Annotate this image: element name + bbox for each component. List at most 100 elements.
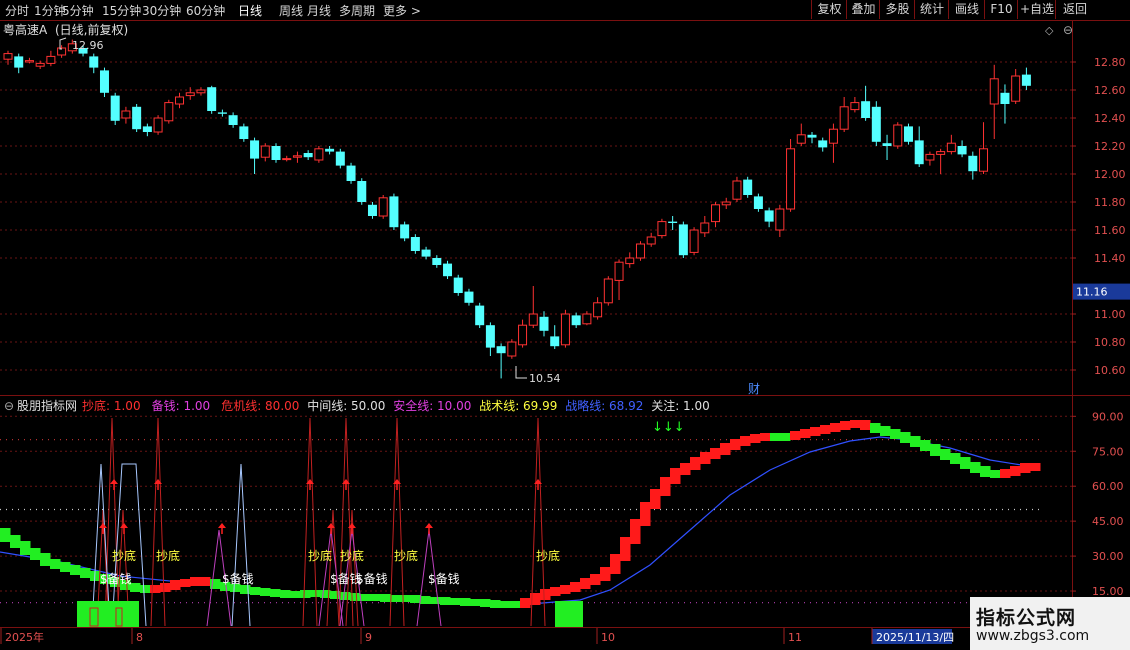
candle <box>153 115 163 135</box>
beiqian-label: $备钱 <box>222 571 254 586</box>
tactical-line-block <box>280 590 291 598</box>
candle <box>250 137 260 174</box>
price-tick-label: 11.40 <box>1094 252 1126 265</box>
tactical-line-block <box>590 574 601 585</box>
price-tick-label: 10.80 <box>1094 336 1126 349</box>
price-tick-label: 12.00 <box>1094 168 1126 181</box>
tactical-line-block <box>10 535 21 548</box>
tactical-line-block <box>900 432 911 443</box>
candle <box>646 232 656 247</box>
tactical-line-block <box>940 449 951 460</box>
tactical-line-block <box>650 489 661 509</box>
tactical-line-block <box>670 468 681 484</box>
finance-marker-icon[interactable]: 财 <box>748 382 760 396</box>
candle <box>239 123 249 142</box>
tab-period-1[interactable]: 1分钟 <box>34 2 66 19</box>
indicator-param: 安全线: 10.00 <box>393 398 471 413</box>
candle <box>367 202 377 219</box>
candlestick-series <box>3 37 1031 379</box>
tactical-line-block <box>440 597 451 605</box>
tab-period-2[interactable]: 5分钟 <box>62 2 94 19</box>
max-price-label: 12.96 <box>72 39 104 52</box>
toolbar-button-6[interactable]: +自选 <box>1017 0 1056 19</box>
candle <box>57 45 67 58</box>
attention-arrows-icon: ↓↓↓ <box>652 420 685 435</box>
tactical-line-block <box>240 585 251 594</box>
toolbar-button-7[interactable]: 返回 <box>1055 0 1094 19</box>
candle <box>775 204 785 237</box>
toolbar-button-0[interactable]: 复权 <box>811 0 847 19</box>
candle <box>764 207 774 228</box>
tab-period-7[interactable]: 周线 <box>279 2 303 19</box>
tab-period-9[interactable]: 多周期 <box>339 2 375 19</box>
candle <box>46 50 56 67</box>
tactical-line-block <box>470 599 481 606</box>
right-price-axis: 12.80 12.60 12.40 12.20 12.00 11.80 11.60 11.40… <box>1072 56 1130 598</box>
tactical-line-block <box>550 587 561 596</box>
tactical-line-block <box>700 452 711 464</box>
max-pointer <box>59 37 67 50</box>
candle <box>207 85 217 114</box>
current-price-label: 11.16 <box>1076 286 1108 299</box>
tactical-line-block <box>150 585 161 593</box>
tactical-line-block <box>870 423 881 433</box>
tactical-line-block <box>640 502 651 526</box>
tactical-line-block <box>360 594 371 601</box>
tactical-line-block <box>160 583 171 592</box>
candle <box>871 101 881 146</box>
watermark: 指标公式网 www.zbgs3.com <box>970 597 1130 650</box>
chaodi-label: 抄底 <box>394 548 418 563</box>
tactical-line-block <box>710 448 721 459</box>
up-arrow-icon <box>110 479 118 484</box>
tactical-line-block <box>400 595 411 602</box>
watermark-title: 指标公式网 <box>976 607 1077 629</box>
candle <box>539 311 549 337</box>
toolbar-button-1[interactable]: 叠加 <box>846 0 880 19</box>
tactical-line-block <box>260 588 271 596</box>
indicator-settings-icon[interactable]: ⊖ <box>4 399 14 413</box>
tab-period-10[interactable]: 更多 > <box>383 2 421 19</box>
tab-period-4[interactable]: 30分钟 <box>142 2 181 19</box>
price-tick-label: 12.60 <box>1094 84 1126 97</box>
tactical-line-block <box>680 463 691 475</box>
tab-period-6[interactable]: 日线 <box>238 2 262 19</box>
toolbar-button-4[interactable]: 画线 <box>948 0 985 19</box>
candle <box>335 148 345 169</box>
tactical-line-block <box>60 562 71 572</box>
signal-spike <box>389 417 405 627</box>
timeline-label: 11 <box>788 631 802 644</box>
tactical-line-block <box>380 594 391 602</box>
tab-period-5[interactable]: 60分钟 <box>186 2 225 19</box>
candle <box>979 122 989 174</box>
stock-title[interactable]: 粤高速A <box>3 22 48 37</box>
timeline-label: 8 <box>136 631 143 644</box>
collapse-icon[interactable]: ◇ <box>1045 24 1054 37</box>
tab-period-8[interactable]: 月线 <box>307 2 331 19</box>
candle <box>121 106 131 124</box>
toolbar-button-2[interactable]: 多股 <box>879 0 915 19</box>
tab-period-0[interactable]: 分时 <box>5 2 29 19</box>
indicator-name[interactable]: 股朋指标网 <box>17 398 77 413</box>
candle <box>850 97 860 113</box>
tab-period-3[interactable]: 15分钟 <box>102 2 141 19</box>
signal-spike <box>150 417 166 627</box>
tactical-line-block <box>910 436 921 447</box>
tactical-line-block <box>880 426 891 436</box>
up-arrow-icon <box>306 479 314 484</box>
candle <box>282 155 292 162</box>
candle <box>35 60 45 69</box>
tactical-line-block <box>50 559 61 569</box>
tactical-line-block <box>300 590 311 598</box>
up-arrow-icon <box>218 523 226 528</box>
settings-icon[interactable]: ⊖ <box>1063 23 1073 37</box>
candle <box>528 286 538 328</box>
up-arrow-icon <box>154 479 162 484</box>
candle <box>925 151 935 166</box>
toolbar-button-3[interactable]: 统计 <box>914 0 949 19</box>
candle <box>882 134 892 160</box>
toolbar-button-5[interactable]: F10 <box>984 0 1018 19</box>
tactical-line-block <box>600 567 611 581</box>
tactical-line-block <box>970 462 981 473</box>
candle <box>571 312 581 328</box>
tactical-line-block <box>860 420 871 430</box>
